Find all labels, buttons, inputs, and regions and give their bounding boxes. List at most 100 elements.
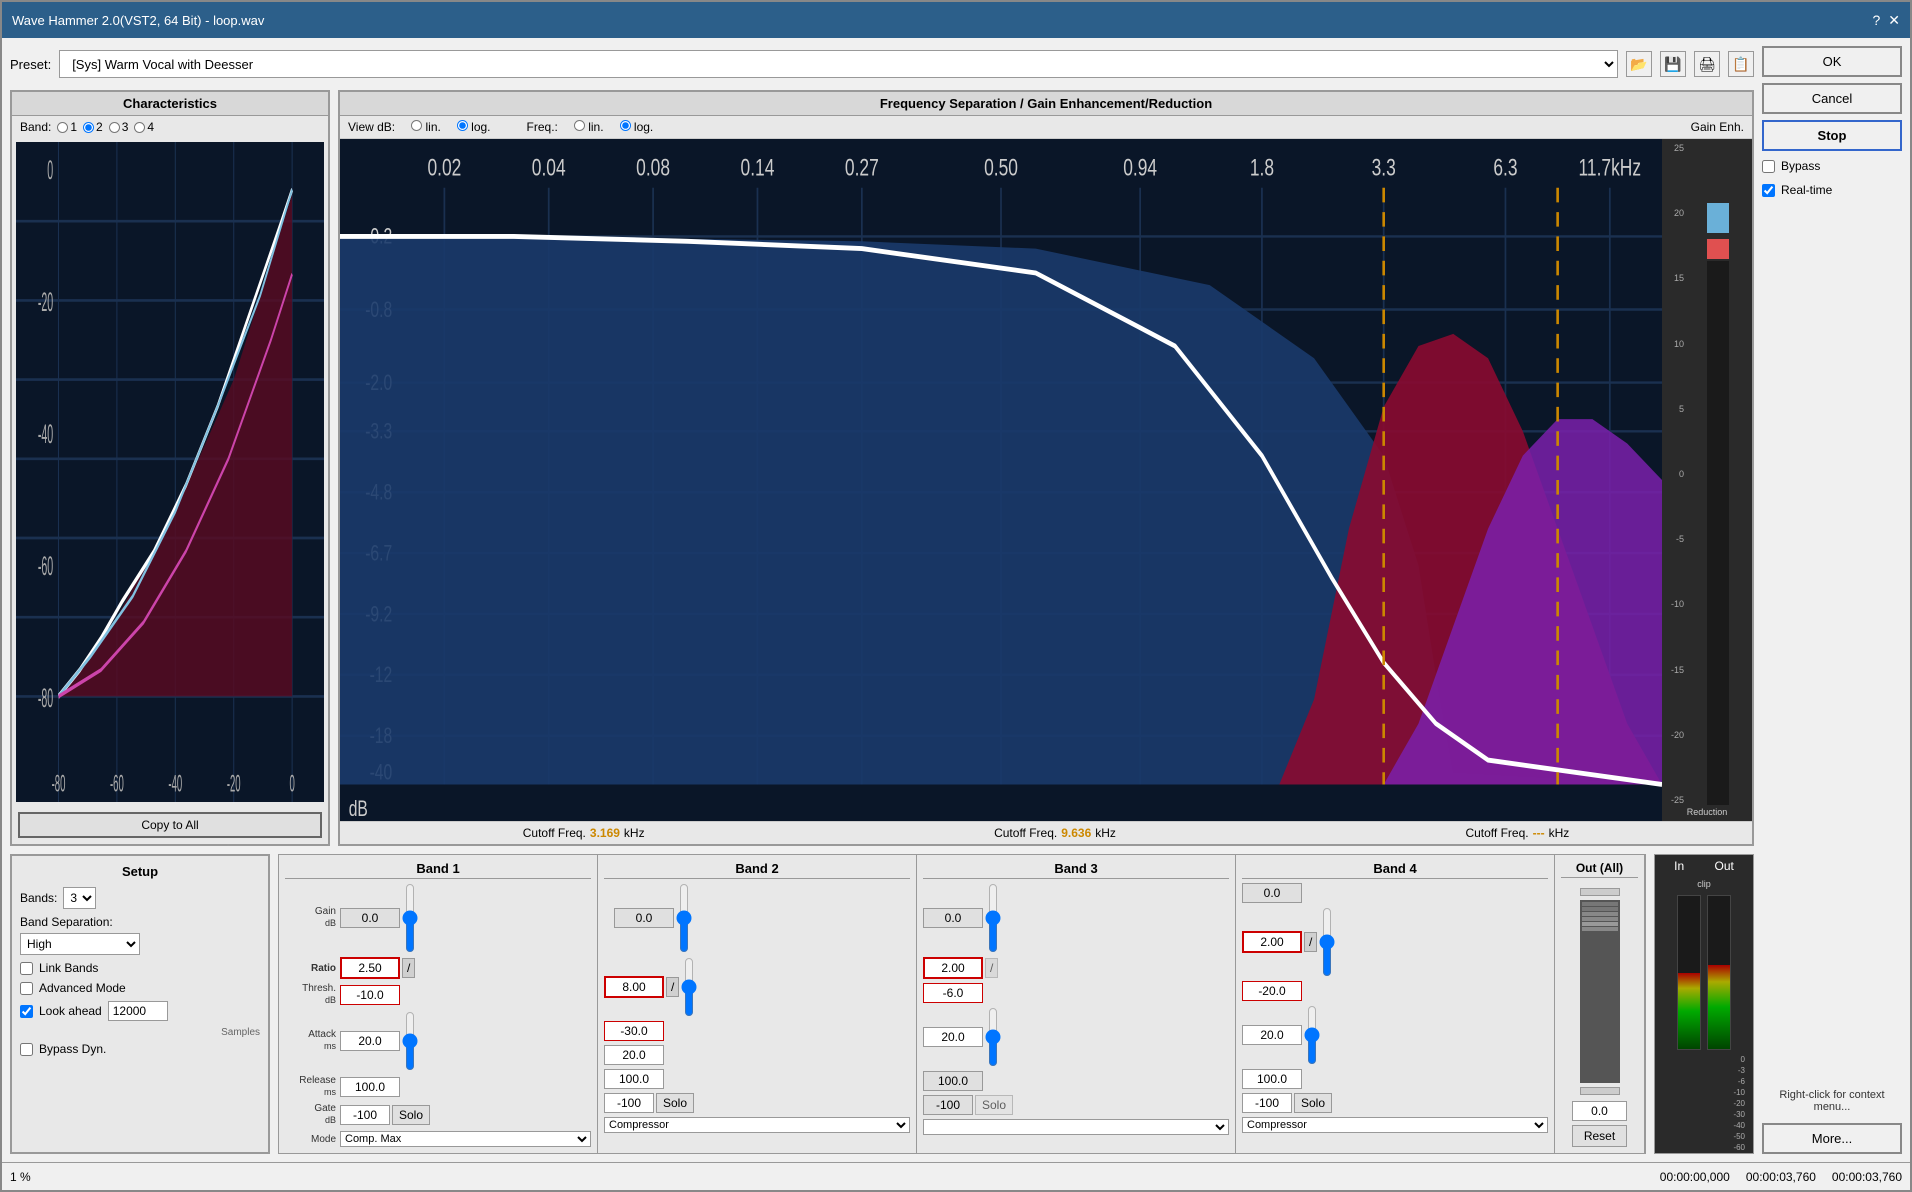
band4-radio[interactable] — [134, 122, 145, 133]
cancel-btn[interactable]: Cancel — [1762, 83, 1902, 114]
band3-attack-input[interactable] — [923, 1027, 983, 1047]
preset-select[interactable]: [Sys] Warm Vocal with Deesser — [59, 50, 1618, 78]
advanced-mode-label: Advanced Mode — [39, 981, 126, 995]
band4-attack-slider[interactable] — [1304, 1005, 1320, 1065]
band1-ratio-input[interactable] — [340, 957, 400, 979]
band2-ratio-row: / — [604, 957, 910, 1017]
freq-label: Freq.: — [527, 120, 558, 134]
band3-gain-input[interactable] — [923, 908, 983, 928]
stop-btn[interactable]: Stop — [1762, 120, 1902, 151]
band2-gate-input[interactable] — [604, 1093, 654, 1113]
view-log-label[interactable]: log. — [457, 120, 491, 134]
freq-log-radio[interactable] — [620, 120, 631, 131]
band4-attack-input[interactable] — [1242, 1025, 1302, 1045]
band4-ratio-slash-btn[interactable]: / — [1304, 932, 1317, 952]
preset-save-btn[interactable]: 💾 — [1660, 51, 1686, 77]
preset-paste-btn[interactable]: 📋 — [1728, 51, 1754, 77]
band1-attack-slider[interactable] — [402, 1011, 418, 1071]
look-ahead-checkbox[interactable] — [20, 1005, 33, 1018]
band4-solo-btn[interactable]: Solo — [1294, 1093, 1332, 1113]
band3-solo-btn[interactable]: Solo — [975, 1095, 1013, 1115]
band3-radio[interactable] — [109, 122, 120, 133]
link-bands-row: Link Bands — [20, 961, 260, 975]
copy-to-all-btn[interactable]: Copy to All — [18, 812, 322, 838]
band3-thresh-input[interactable] — [923, 983, 983, 1003]
band2-ratio-slider[interactable] — [681, 957, 697, 1017]
band1-radio-label[interactable]: 1 — [57, 120, 77, 134]
release-label-1: Releasems — [285, 1075, 340, 1099]
freq-lin-label[interactable]: lin. — [574, 120, 604, 134]
band4-ratio-slider[interactable] — [1319, 907, 1335, 977]
advanced-mode-checkbox[interactable] — [20, 982, 33, 995]
ok-btn[interactable]: OK — [1762, 46, 1902, 77]
band1-gain-slider[interactable] — [402, 883, 418, 953]
band4-ratio-input[interactable] — [1242, 931, 1302, 953]
reset-btn[interactable]: Reset — [1572, 1125, 1627, 1147]
band3-ratio-input[interactable] — [923, 957, 983, 979]
bypass-label: Bypass — [1781, 159, 1820, 173]
view-lin-radio[interactable] — [411, 120, 422, 131]
band2-attack-input[interactable] — [604, 1045, 664, 1065]
characteristics-panel: Characteristics Band: 1 2 3 4 — [10, 90, 330, 846]
band4-gate-input[interactable] — [1242, 1093, 1292, 1113]
help-icon[interactable]: ? — [1872, 12, 1880, 28]
out-all-value[interactable] — [1572, 1101, 1627, 1121]
preset-copy-btn[interactable]: 🖨 — [1694, 51, 1720, 77]
more-btn[interactable]: More... — [1762, 1123, 1902, 1154]
band2-gain-input[interactable] — [614, 908, 674, 928]
band2-ratio-slash-btn[interactable]: / — [666, 977, 679, 997]
band3-release-input[interactable] — [923, 1071, 983, 1091]
frequency-panel: Frequency Separation / Gain Enhancement/… — [338, 90, 1754, 846]
band1-ratio-slash-btn[interactable]: / — [402, 958, 415, 978]
bypass-dyn-checkbox[interactable] — [20, 1043, 33, 1056]
band1-radio[interactable] — [57, 122, 68, 133]
band4-thresh-input[interactable] — [1242, 981, 1302, 1001]
band1-solo-btn[interactable]: Solo — [392, 1105, 430, 1125]
link-bands-checkbox[interactable] — [20, 962, 33, 975]
gain-bars — [1686, 143, 1750, 805]
band4-mode-select[interactable]: Compressor Comp. Max Limiter — [1242, 1117, 1548, 1133]
band3-gate-row: Solo — [923, 1095, 1229, 1115]
band3-radio-label[interactable]: 3 — [109, 120, 129, 134]
band4-release-input[interactable] — [1242, 1069, 1302, 1089]
band3-ratio-slash-btn[interactable]: / — [985, 958, 998, 978]
band3-gain-row — [923, 883, 1229, 953]
band1-mode-select[interactable]: Comp. Max Compressor Limiter — [340, 1131, 591, 1147]
view-lin-label[interactable]: lin. — [411, 120, 441, 134]
reduction-label: Reduction — [1664, 807, 1750, 817]
bands-select[interactable]: 3 — [63, 887, 96, 909]
band2-solo-btn[interactable]: Solo — [656, 1093, 694, 1113]
band3-attack-slider[interactable] — [985, 1007, 1001, 1067]
band2-gain-slider[interactable] — [676, 883, 692, 953]
out-all-meter — [1580, 900, 1620, 1083]
band1-thresh-input[interactable] — [340, 985, 400, 1005]
band1-mode-row: Mode Comp. Max Compressor Limiter — [285, 1131, 591, 1147]
band2-ratio-input[interactable] — [604, 976, 664, 998]
band2-radio[interactable] — [83, 122, 94, 133]
band3-mode-select[interactable]: Comp. Max Compressor — [923, 1119, 1229, 1135]
band4-gain-input[interactable] — [1242, 883, 1302, 903]
freq-log-label[interactable]: log. — [620, 120, 654, 134]
bypass-checkbox[interactable] — [1762, 160, 1775, 173]
band3-gain-slider[interactable] — [985, 883, 1001, 953]
freq-graph-area: 0.02 0.04 0.08 0.14 0.27 0.50 0.94 1.8 3… — [340, 139, 1752, 821]
band2-release-input[interactable] — [604, 1069, 664, 1089]
band2-mode-select[interactable]: Compressor Comp. Max Limiter — [604, 1117, 910, 1133]
close-icon[interactable]: ✕ — [1888, 12, 1900, 29]
freq-lin-radio[interactable] — [574, 120, 585, 131]
band1-attack-input[interactable] — [340, 1031, 400, 1051]
svg-text:-80: -80 — [52, 770, 66, 796]
band1-release-input[interactable] — [340, 1077, 400, 1097]
band3-gate-input[interactable] — [923, 1095, 973, 1115]
preset-open-btn[interactable]: 📂 — [1626, 51, 1652, 77]
band1-gain-input[interactable] — [340, 908, 400, 928]
band-sep-select[interactable]: High Medium Low — [20, 933, 140, 955]
band4-radio-label[interactable]: 4 — [134, 120, 154, 134]
look-ahead-input[interactable] — [108, 1001, 168, 1021]
realtime-checkbox[interactable] — [1762, 184, 1775, 197]
band2-thresh-input[interactable] — [604, 1021, 664, 1041]
band2-radio-label[interactable]: 2 — [83, 120, 103, 134]
out-label: Out — [1714, 859, 1733, 873]
view-log-radio[interactable] — [457, 120, 468, 131]
band1-gate-input[interactable] — [340, 1105, 390, 1125]
